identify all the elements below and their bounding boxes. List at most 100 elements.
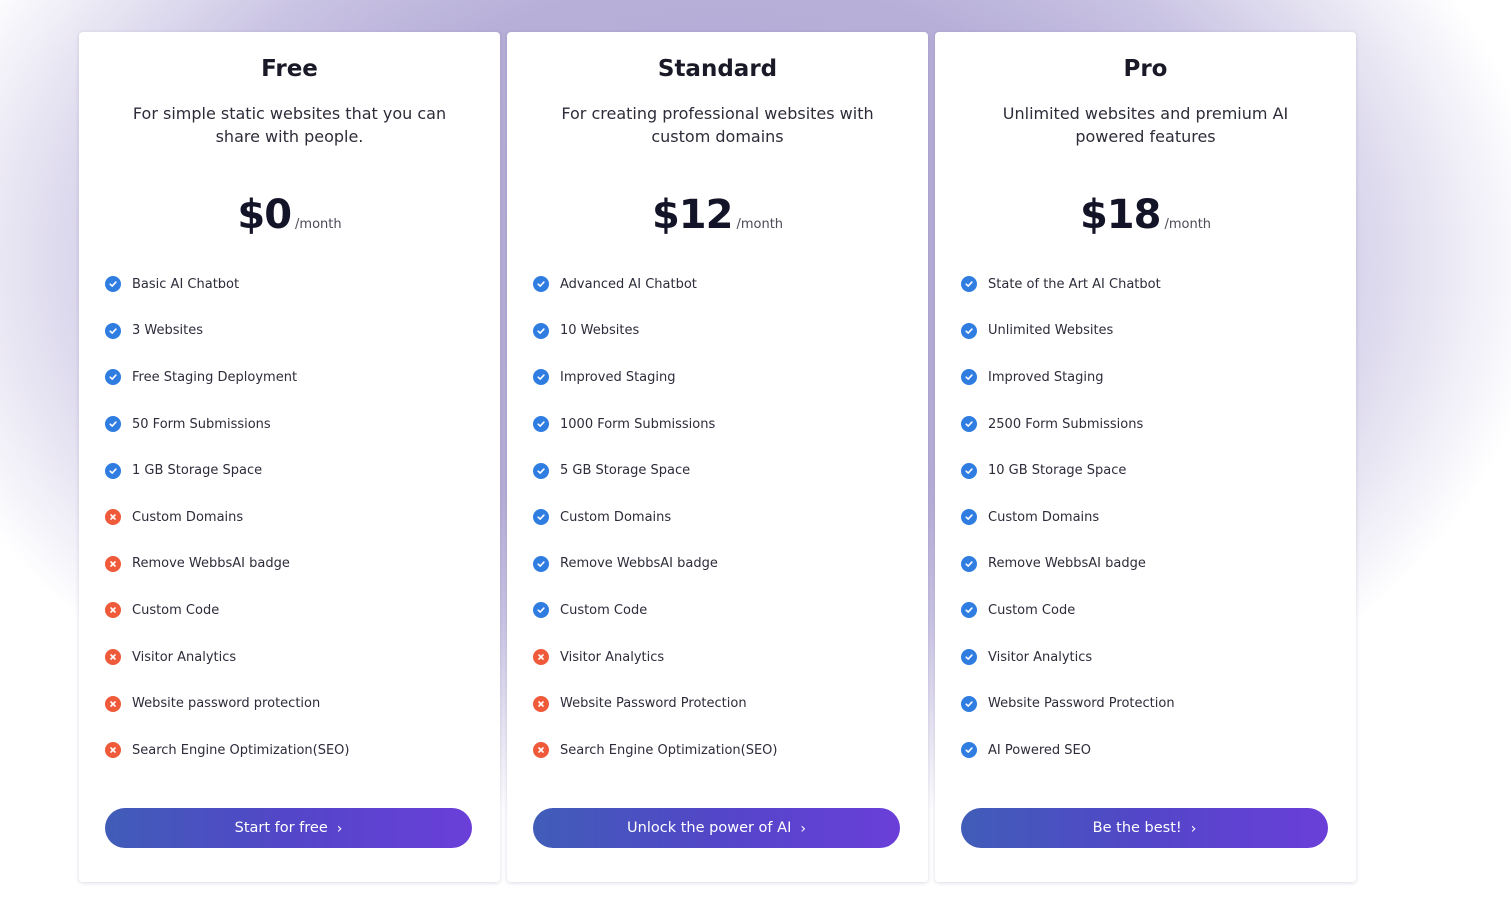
cta-label: Unlock the power of AI	[627, 820, 792, 836]
feature-label: Custom Domains	[988, 509, 1100, 525]
plan-cta-button[interactable]: Be the best! ›	[961, 808, 1328, 848]
feature-label: Improved Staging	[560, 369, 676, 385]
feature-label: Remove WebbsAI badge	[560, 556, 718, 572]
price-row: $18/month	[935, 192, 1356, 238]
plan-name: Standard	[657, 56, 778, 82]
check-circle-icon	[961, 649, 977, 666]
x-circle-icon	[533, 649, 549, 666]
chevron-right-icon: ›	[1190, 821, 1197, 837]
check-circle-icon	[961, 602, 977, 619]
feature-label: Improved Staging	[988, 369, 1104, 385]
feature-item: Custom Domains	[533, 494, 777, 541]
feature-item: Improved Staging	[533, 354, 777, 401]
check-circle-icon	[533, 322, 549, 339]
feature-item: 10 Websites	[533, 308, 777, 355]
feature-label: 5 GB Storage Space	[560, 463, 691, 479]
feature-label: Custom Code	[988, 602, 1076, 618]
plan-name: Pro	[1123, 56, 1168, 82]
feature-label: Basic AI Chatbot	[132, 276, 240, 292]
feature-label: Custom Code	[132, 602, 220, 618]
feature-item: Custom Code	[105, 587, 349, 634]
feature-item: Improved Staging	[961, 354, 1175, 401]
feature-label: Remove WebbsAI badge	[132, 556, 290, 572]
x-circle-icon	[105, 509, 121, 526]
feature-label: Remove WebbsAI badge	[988, 556, 1146, 572]
feature-label: 1000 Form Submissions	[560, 416, 716, 432]
feature-item: 1000 Form Submissions	[533, 401, 777, 448]
feature-item: AI Powered SEO	[961, 727, 1175, 774]
feature-label: Website Password Protection	[560, 696, 747, 712]
check-circle-icon	[533, 369, 549, 386]
x-circle-icon	[105, 649, 121, 666]
feature-item: Search Engine Optimization(SEO)	[105, 727, 349, 774]
check-circle-icon	[961, 555, 977, 572]
check-circle-icon	[961, 369, 977, 386]
plan-name: Free	[261, 56, 318, 82]
feature-label: AI Powered SEO	[988, 742, 1091, 758]
feature-item: 3 Websites	[105, 308, 349, 355]
check-circle-icon	[105, 369, 121, 386]
feature-item: Custom Code	[533, 587, 777, 634]
chevron-right-icon: ›	[336, 821, 343, 837]
check-circle-icon	[105, 322, 121, 339]
feature-item: 1 GB Storage Space	[105, 447, 349, 494]
check-circle-icon	[961, 462, 977, 479]
plan-cta-button[interactable]: Unlock the power of AI ›	[533, 808, 900, 848]
check-circle-icon	[105, 416, 121, 433]
feature-item: Visitor Analytics	[533, 634, 777, 681]
feature-item: Custom Domains	[961, 494, 1175, 541]
feature-list: Basic AI Chatbot 3 Websites Free Staging D…	[105, 261, 349, 774]
x-circle-icon	[105, 555, 121, 572]
feature-item: Remove WebbsAI badge	[105, 541, 349, 588]
plan-price: $12	[651, 192, 733, 238]
feature-label: Unlimited Websites	[988, 323, 1114, 339]
pricing-cards: Free For simple static websites that you …	[79, 32, 1356, 882]
check-circle-icon	[533, 602, 549, 619]
feature-item: 10 GB Storage Space	[961, 447, 1175, 494]
check-circle-icon	[961, 509, 977, 526]
feature-item: Custom Domains	[105, 494, 349, 541]
plan-card-pro: Pro Unlimited websites and premium AI pow…	[935, 32, 1356, 882]
plan-price: $18	[1079, 192, 1161, 238]
feature-item: State of the Art AI Chatbot	[961, 261, 1175, 308]
price-period: /month	[295, 217, 342, 232]
feature-item: Website Password Protection	[533, 680, 777, 727]
x-circle-icon	[105, 742, 121, 759]
check-circle-icon	[533, 509, 549, 526]
feature-item: Website password protection	[105, 680, 349, 727]
feature-label: Search Engine Optimization(SEO)	[132, 742, 350, 758]
x-circle-icon	[533, 695, 549, 712]
chevron-right-icon: ›	[800, 821, 806, 837]
plan-description: Unlimited websites and premium AI powere…	[1002, 104, 1289, 146]
feature-item: Visitor Analytics	[105, 634, 349, 681]
feature-label: Free Staging Deployment	[132, 369, 298, 385]
check-circle-icon	[533, 276, 549, 293]
feature-item: 50 Form Submissions	[105, 401, 349, 448]
check-circle-icon	[961, 416, 977, 433]
feature-item: Free Staging Deployment	[105, 354, 349, 401]
check-circle-icon	[961, 322, 977, 339]
price-period: /month	[1164, 217, 1212, 232]
feature-item: 5 GB Storage Space	[533, 447, 777, 494]
feature-item: Remove WebbsAI badge	[961, 541, 1175, 588]
plan-card-standard: Standard For creating professional websit…	[507, 32, 928, 882]
feature-label: Custom Domains	[560, 509, 672, 525]
feature-item: Website Password Protection	[961, 680, 1175, 727]
feature-item: Search Engine Optimization(SEO)	[533, 727, 777, 774]
feature-item: Visitor Analytics	[961, 634, 1175, 681]
feature-label: 10 GB Storage Space	[988, 463, 1127, 479]
price-period: /month	[736, 217, 784, 232]
feature-label: Website password protection	[132, 696, 321, 712]
plan-cta-button[interactable]: Start for free ›	[105, 808, 472, 848]
feature-label: 1 GB Storage Space	[132, 463, 263, 479]
check-circle-icon	[533, 555, 549, 572]
feature-item: Advanced AI Chatbot	[533, 261, 777, 308]
check-circle-icon	[961, 742, 977, 759]
feature-item: Unlimited Websites	[961, 308, 1175, 355]
check-circle-icon	[105, 462, 121, 479]
plan-card-free: Free For simple static websites that you …	[79, 32, 500, 882]
check-circle-icon	[105, 276, 121, 293]
feature-label: Visitor Analytics	[132, 649, 237, 665]
feature-item: Remove WebbsAI badge	[533, 541, 777, 588]
check-circle-icon	[533, 462, 549, 479]
